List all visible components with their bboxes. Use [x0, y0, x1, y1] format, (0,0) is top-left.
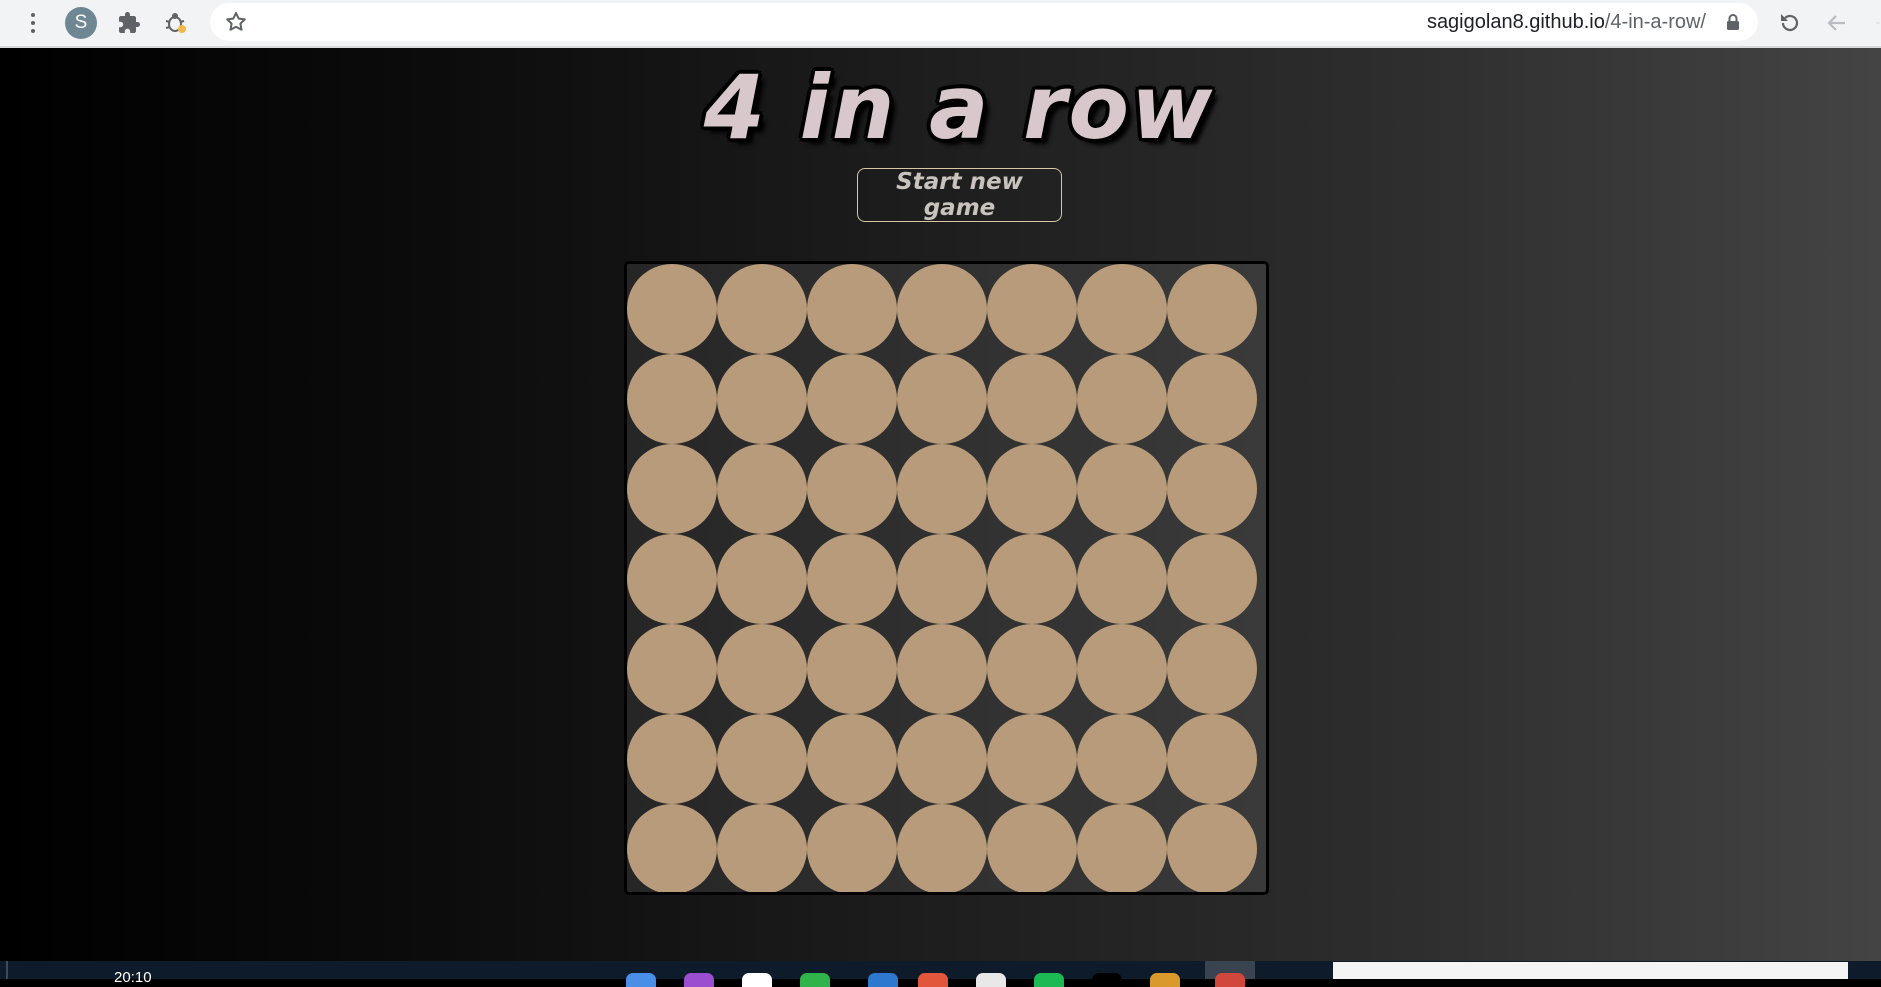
address-bar[interactable]: sagigolan8.github.io/4-in-a-row/ — [210, 3, 1758, 41]
board-cell-r6-c7[interactable] — [1167, 714, 1257, 804]
board-cell-r1-c1[interactable] — [627, 264, 717, 354]
board-cell-r7-c2[interactable] — [717, 804, 807, 892]
taskbar-app-icon[interactable] — [800, 973, 830, 987]
taskbar-app-icon[interactable] — [1034, 973, 1064, 987]
os-taskbar: 20:10 — [0, 961, 1881, 987]
board-cell-r1-c7[interactable] — [1167, 264, 1257, 354]
url-text: sagigolan8.github.io/4-in-a-row/ — [1427, 3, 1706, 41]
taskbar-app-icon[interactable] — [1215, 973, 1245, 987]
extensions-icon[interactable] — [114, 0, 144, 46]
bug-extension-icon[interactable] — [161, 0, 191, 46]
taskbar-app-icon[interactable] — [976, 973, 1006, 987]
taskbar-app-icon[interactable] — [918, 973, 948, 987]
browser-toolbar: S sagigolan8.github.io/4-in-a-row/ — [0, 0, 1881, 48]
board-cell-r3-c4[interactable] — [897, 444, 987, 534]
board-cell-r4-c6[interactable] — [1077, 534, 1167, 624]
back-arrow-icon[interactable] — [1822, 0, 1852, 46]
taskbar-app-icon[interactable] — [742, 973, 772, 987]
board-cell-r1-c5[interactable] — [987, 264, 1077, 354]
board-cell-r2-c6[interactable] — [1077, 354, 1167, 444]
start-new-game-button[interactable]: Start new game — [857, 168, 1062, 222]
board-cell-r2-c7[interactable] — [1167, 354, 1257, 444]
board-cell-r5-c4[interactable] — [897, 624, 987, 714]
board-cell-r1-c3[interactable] — [807, 264, 897, 354]
taskbar-app-icon[interactable] — [1150, 973, 1180, 987]
board-cell-r3-c3[interactable] — [807, 444, 897, 534]
reload-icon[interactable] — [1775, 0, 1805, 46]
board-cell-r6-c5[interactable] — [987, 714, 1077, 804]
forward-arrow-icon[interactable] — [1866, 0, 1881, 46]
taskbar-clock: 20:10 — [114, 969, 152, 986]
board-cell-r7-c7[interactable] — [1167, 804, 1257, 892]
bookmark-star-icon[interactable] — [224, 3, 248, 41]
lock-icon[interactable] — [1726, 3, 1740, 41]
board-cell-r3-c1[interactable] — [627, 444, 717, 534]
board-cell-r5-c7[interactable] — [1167, 624, 1257, 714]
board-cell-r2-c5[interactable] — [987, 354, 1077, 444]
board-cell-r7-c1[interactable] — [627, 804, 717, 892]
board-cell-r5-c3[interactable] — [807, 624, 897, 714]
board-cell-r1-c6[interactable] — [1077, 264, 1167, 354]
board-cell-r3-c5[interactable] — [987, 444, 1077, 534]
board-cell-r7-c5[interactable] — [987, 804, 1077, 892]
board-cell-r5-c1[interactable] — [627, 624, 717, 714]
board-cell-r1-c2[interactable] — [717, 264, 807, 354]
url-path: /4-in-a-row/ — [1604, 11, 1706, 33]
profile-avatar[interactable]: S — [64, 0, 98, 46]
board-cell-r7-c4[interactable] — [897, 804, 987, 892]
board-cell-r4-c2[interactable] — [717, 534, 807, 624]
board-cell-r4-c4[interactable] — [897, 534, 987, 624]
board-cell-r6-c6[interactable] — [1077, 714, 1167, 804]
game-page: 4 in a row Start new game — [0, 48, 1881, 961]
taskbar-app-icon[interactable] — [626, 973, 656, 987]
board-cell-r6-c1[interactable] — [627, 714, 717, 804]
taskbar-app-icon[interactable] — [1092, 973, 1122, 987]
board-cell-r5-c2[interactable] — [717, 624, 807, 714]
board-cell-r4-c3[interactable] — [807, 534, 897, 624]
board-cell-r2-c4[interactable] — [897, 354, 987, 444]
board-cell-r2-c2[interactable] — [717, 354, 807, 444]
board-cell-r7-c3[interactable] — [807, 804, 897, 892]
url-domain: sagigolan8.github.io — [1426, 11, 1605, 33]
more-menu-icon[interactable] — [18, 0, 48, 46]
board-cell-r3-c7[interactable] — [1167, 444, 1257, 534]
profile-initial: S — [65, 7, 97, 39]
board-cell-r4-c1[interactable] — [627, 534, 717, 624]
taskbar-search-pane[interactable] — [1333, 962, 1848, 979]
board-cell-r2-c1[interactable] — [627, 354, 717, 444]
board-cell-r5-c6[interactable] — [1077, 624, 1167, 714]
board-cell-r5-c5[interactable] — [987, 624, 1077, 714]
board-cell-r6-c4[interactable] — [897, 714, 987, 804]
board-cell-r4-c7[interactable] — [1167, 534, 1257, 624]
taskbar-edge — [6, 961, 8, 979]
board-cell-r6-c3[interactable] — [807, 714, 897, 804]
game-title: 4 in a row — [703, 56, 1215, 159]
game-board — [624, 261, 1269, 895]
board-cell-r3-c2[interactable] — [717, 444, 807, 534]
taskbar-app-icon[interactable] — [684, 973, 714, 987]
taskbar-app-icon[interactable] — [868, 973, 898, 987]
board-cell-r2-c3[interactable] — [807, 354, 897, 444]
board-cell-r4-c5[interactable] — [987, 534, 1077, 624]
board-cell-r7-c6[interactable] — [1077, 804, 1167, 892]
board-cell-r6-c2[interactable] — [717, 714, 807, 804]
board-cell-r3-c6[interactable] — [1077, 444, 1167, 534]
board-cell-r1-c4[interactable] — [897, 264, 987, 354]
